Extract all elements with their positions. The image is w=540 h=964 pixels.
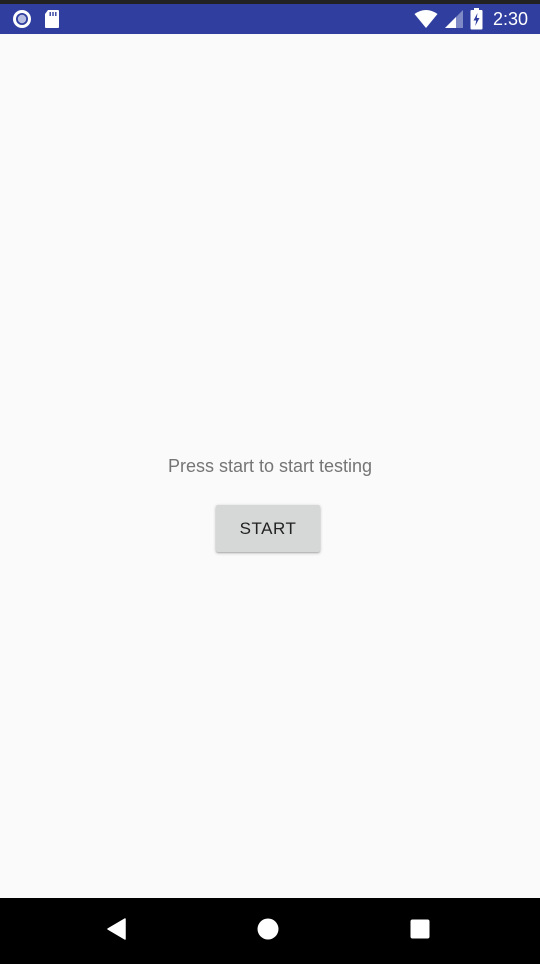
- sd-card-icon: [44, 9, 60, 29]
- prompt-text: Press start to start testing: [167, 456, 373, 476]
- home-button[interactable]: [248, 911, 288, 951]
- main-content: Press start to start testing START: [0, 34, 540, 898]
- back-button[interactable]: [97, 911, 137, 951]
- home-icon: [256, 917, 280, 946]
- status-right-icons: 2:30: [414, 8, 528, 30]
- status-time: 2:30: [492, 9, 528, 29]
- cell-signal-icon: [444, 9, 464, 29]
- recents-button[interactable]: [400, 911, 440, 951]
- wifi-icon: [414, 9, 438, 29]
- navigation-bar: [0, 898, 540, 964]
- app-screen: 2:30 Press start to start testing START: [0, 0, 540, 964]
- battery-charging-icon: [470, 8, 483, 30]
- start-button[interactable]: START: [216, 505, 320, 552]
- record-icon: [12, 9, 32, 29]
- back-icon: [106, 917, 128, 946]
- status-left-icons: [12, 8, 60, 30]
- recents-icon: [409, 918, 431, 945]
- status-bar: 2:30: [0, 4, 540, 34]
